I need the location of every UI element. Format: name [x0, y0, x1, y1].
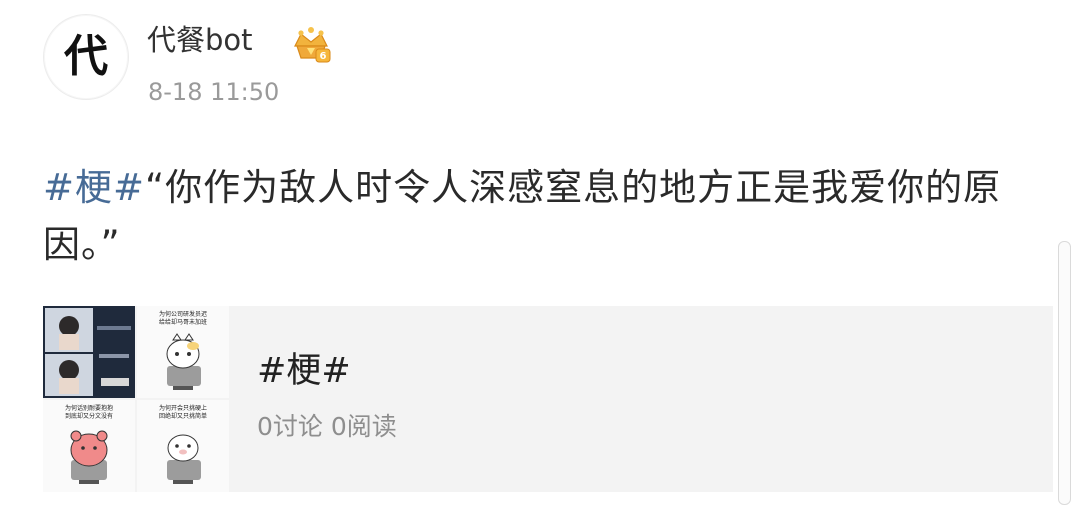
photo-collage-image	[43, 306, 135, 398]
sticker-caption-1b: 给给却马哥未加班	[159, 318, 207, 326]
sticker-caption-3b: 回绝却又只挑简单	[159, 412, 207, 420]
sticker-caption-2b: 到底却又分文没有	[65, 412, 113, 420]
topic-card-title: #梗#	[257, 351, 351, 391]
topic-card[interactable]: 为何公司研发员迟 给给却马哥未加班 为何话别耐要抱抱 到底却又分文没有 为何开会…	[43, 306, 1053, 492]
post-text: #梗#“你作为敌人时令人深感窒息的地方正是我爱你的原因。”	[43, 159, 1053, 273]
svg-text:6: 6	[320, 51, 327, 62]
sticker-caption-1a: 为何公司研发员迟	[159, 310, 207, 318]
post-hashtag-link[interactable]: #梗#	[43, 166, 145, 209]
username[interactable]: 代餐bot	[147, 26, 253, 55]
topic-card-meta: 0讨论 0阅读	[257, 412, 397, 441]
pink-bear-sticker-image: 为何话别耐要抱抱 到底却又分文没有	[65, 404, 113, 484]
vip-crown-icon[interactable]: 6	[289, 24, 333, 64]
sticker-caption-2a: 为何话别耐要抱抱	[65, 404, 113, 412]
scrollbar[interactable]	[1058, 241, 1071, 505]
thumbnail-sticker-cat-chair: 为何公司研发员迟 给给却马哥未加班	[137, 306, 229, 398]
avatar-initial: 代	[64, 31, 108, 82]
thumbnail-sticker-pink-bear: 为何话别耐要抱抱 到底却又分文没有	[43, 400, 135, 492]
thumbnail-photo-collage	[43, 306, 135, 398]
cat-chair-sticker-image: 为何公司研发员迟 给给却马哥未加班	[159, 310, 207, 390]
avatar[interactable]: 代	[43, 14, 129, 100]
post-timestamp: 8-18 11:50	[148, 78, 280, 106]
post-body: “你作为敌人时令人深感窒息的地方正是我爱你的原因。”	[43, 166, 1002, 266]
topic-thumbnail-grid: 为何公司研发员迟 给给却马哥未加班 为何话别耐要抱抱 到底却又分文没有 为何开会…	[43, 306, 229, 492]
white-cat-sticker-image: 为何开会只挑硬上 回绝却又只挑简单	[159, 404, 207, 484]
sticker-caption-3a: 为何开会只挑硬上	[159, 404, 207, 412]
thumbnail-sticker-white-cat: 为何开会只挑硬上 回绝却又只挑简单	[137, 400, 229, 492]
